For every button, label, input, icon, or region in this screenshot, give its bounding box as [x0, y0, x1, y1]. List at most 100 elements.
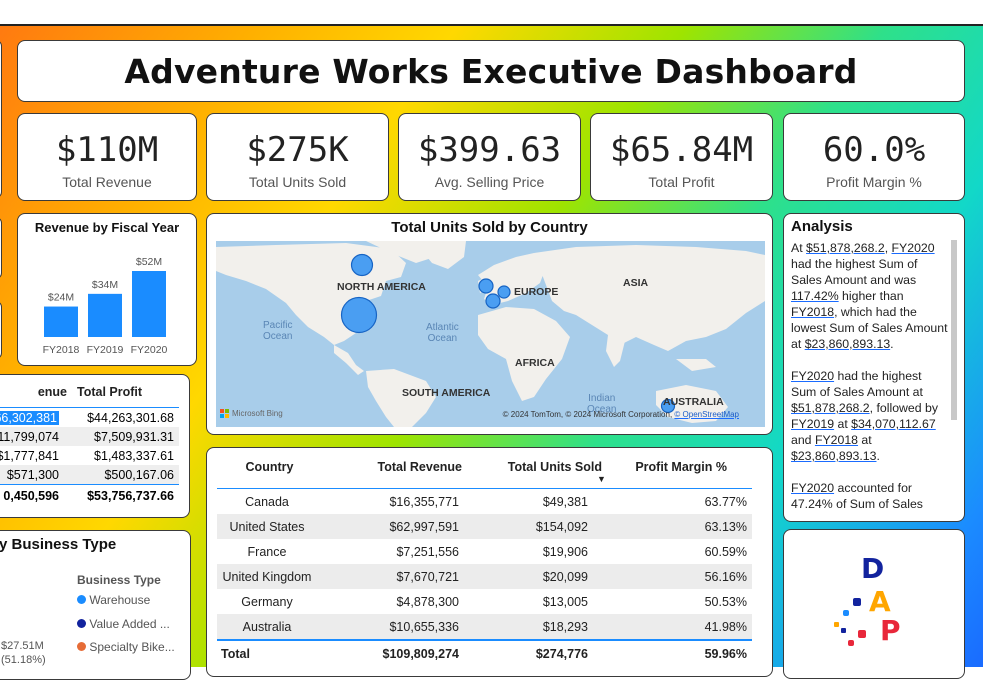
dap-logo-card: D A P [783, 529, 965, 679]
table-cell: $154,092 [535, 519, 588, 534]
logo-dot-icon [848, 640, 854, 646]
table-row[interactable]: $1,777,841 $1,483,337.61 [0, 446, 179, 465]
column-header[interactable]: enue [0, 385, 67, 407]
table-row[interactable]: 66,302,381 $44,263,301.68 [0, 408, 179, 427]
analysis-link[interactable]: $51,878,268.2 [791, 401, 870, 415]
analysis-link[interactable]: FY2020 [892, 241, 935, 255]
table-row[interactable]: 11,799,074 $7,509,931.31 [0, 427, 179, 446]
table-cell: United Kingdom [222, 569, 312, 584]
table-row[interactable]: Australia $10,655,336 $18,293 41.98% [217, 614, 752, 639]
analysis-link[interactable]: FY2018 [815, 433, 858, 447]
kpi-total-profit[interactable]: $65.84M Total Profit [590, 113, 773, 201]
microsoft-logo-icon [220, 409, 229, 418]
bar-FY2018[interactable] [44, 306, 78, 337]
kpi-profit-margin[interactable]: 60.0% Profit Margin % [783, 113, 965, 201]
table-cell: 56.16% [704, 569, 747, 584]
table-cell: $500,167.06 [104, 467, 174, 482]
map-bubble-germany[interactable] [497, 285, 511, 299]
logo-letter-a: A [869, 585, 891, 618]
bar-FY2020[interactable] [132, 271, 166, 337]
table-row[interactable]: $571,300 $500,167.06 [0, 465, 179, 484]
kpi-total-units-sold[interactable]: $275K Total Units Sold [206, 113, 389, 201]
revenue-chart-title: Revenue by Fiscal Year [34, 220, 180, 235]
sort-descending-icon[interactable]: ▼ [597, 474, 606, 484]
table-cell: 41.98% [704, 619, 747, 634]
revenue-by-fiscal-year-card[interactable]: Revenue by Fiscal Year $24M FY2018 $34M FY2… [17, 213, 197, 366]
kpi-total-revenue[interactable]: $110M Total Revenue [17, 113, 197, 201]
map-canvas[interactable]: NORTH AMERICA EUROPE ASIA AFRICA SOUTH A… [216, 241, 765, 427]
map-bubble-canada[interactable] [350, 253, 374, 277]
analysis-link[interactable]: $51,878,268.2 [806, 241, 885, 255]
dashboard-title: Adventure Works Executive Dashboard [124, 51, 858, 91]
table-cell: $53,756,737.66 [87, 489, 174, 503]
column-header-total-units-sold[interactable]: Total Units Sold [462, 460, 602, 474]
legend-item-specialty-bike[interactable]: Specialty Bike... [77, 640, 175, 654]
left-edge-card-3 [0, 301, 2, 359]
bar-FY2019[interactable] [88, 293, 122, 337]
legend-item-warehouse[interactable]: Warehouse [77, 593, 150, 607]
column-header-total-revenue[interactable]: Total Revenue [322, 460, 462, 474]
legend-dot-icon [77, 595, 86, 604]
analysis-link[interactable]: $23,860,893.13 [791, 449, 876, 463]
revenue-bar-chart[interactable]: $24M FY2018 $34M FY2019 $52M FY2020 [18, 240, 196, 365]
bing-logo: Microsoft Bing [220, 409, 283, 418]
map-bubble-france[interactable] [485, 293, 501, 309]
table-cell: $7,251,556 [396, 544, 459, 559]
analysis-scrollbar[interactable] [951, 240, 957, 420]
business-type-title: y Business Type [0, 536, 117, 553]
country-table-card[interactable]: Country Total Revenue Total Units Sold P… [206, 447, 773, 677]
table-cell: $1,777,841 [0, 448, 59, 463]
table-cell: $7,509,931.31 [94, 429, 174, 444]
dashboard-title-card: Adventure Works Executive Dashboard [17, 40, 965, 102]
table-cell: $571,300 [6, 467, 59, 482]
openstreetmap-link[interactable]: © OpenStreetMap [674, 410, 739, 419]
analysis-link[interactable]: FY2018 [791, 305, 834, 319]
map-attribution: © 2024 TomTom, © 2024 Microsoft Corporat… [502, 410, 739, 419]
legend-label: Warehouse [89, 593, 151, 607]
selected-cell[interactable]: 66,302,381 [0, 410, 59, 425]
kpi-label: Total Profit [648, 174, 715, 190]
analysis-link[interactable]: $23,860,893.13 [805, 337, 890, 351]
table-row[interactable]: United States $62,997,591 $154,092 63.13… [217, 514, 752, 539]
table-row[interactable]: France $7,251,556 $19,906 60.59% [217, 539, 752, 564]
kpi-avg-selling-price[interactable]: $399.63 Avg. Selling Price [398, 113, 581, 201]
table-row[interactable]: Germany $4,878,300 $13,005 50.53% [217, 589, 752, 614]
kpi-value: $399.63 [417, 130, 562, 170]
donut-slice-value-label: $27.51M [1, 640, 44, 652]
units-by-country-map-card[interactable]: Total Units Sold by Country NORTH AMERIC… [206, 213, 773, 435]
column-header-country[interactable]: Country [217, 460, 322, 474]
analysis-link[interactable]: FY2020 [791, 369, 834, 383]
business-type-card[interactable]: y Business Type Business Type Warehouse … [0, 530, 191, 680]
legend-title: Business Type [77, 573, 161, 587]
map-label-north-america: NORTH AMERICA [337, 281, 426, 293]
analysis-link[interactable]: $34,070,112.67 [851, 417, 936, 431]
table-cell: 63.13% [704, 519, 747, 534]
table-row[interactable]: Canada $16,355,771 $49,381 63.77% [217, 489, 752, 514]
map-label-europe: EUROPE [514, 286, 559, 298]
table-cell: 0,450,596 [3, 489, 59, 503]
table-total-row: 0,450,596 $53,756,737.66 [0, 484, 179, 507]
revenue-profit-table-card[interactable]: enue Total Profit 66,302,381 $44,263,301… [0, 374, 190, 518]
logo-dot-icon [858, 630, 866, 638]
data-label: $24M [48, 292, 74, 304]
analysis-card[interactable]: Analysis At $51,878,268.2, FY2020 had th… [783, 213, 965, 522]
logo-letter-d: D [861, 552, 885, 585]
analysis-link[interactable]: 117.42% [791, 289, 839, 303]
table-cell: $20,099 [542, 569, 588, 584]
map-bubble-united-states[interactable] [340, 296, 378, 334]
legend-item-value-added[interactable]: Value Added ... [77, 617, 170, 631]
analysis-link[interactable]: FY2019 [791, 417, 834, 431]
table-row[interactable]: United Kingdom $7,670,721 $20,099 56.16% [217, 564, 752, 589]
window-top-bar [0, 0, 983, 26]
kpi-value: $65.84M [609, 130, 754, 170]
data-label: $52M [136, 256, 162, 268]
table-cell: $16,355,771 [389, 494, 459, 509]
column-header-profit-margin[interactable]: Profit Margin % [602, 460, 727, 474]
logo-dot-icon [834, 622, 839, 627]
table-cell: $1,483,337.61 [94, 448, 174, 463]
kpi-value: $110M [55, 130, 159, 170]
analysis-link[interactable]: FY2020 [791, 481, 834, 495]
table-cell: $19,906 [542, 544, 588, 559]
map-bubble-united-kingdom[interactable] [478, 278, 494, 294]
column-header[interactable]: Total Profit [77, 385, 157, 407]
